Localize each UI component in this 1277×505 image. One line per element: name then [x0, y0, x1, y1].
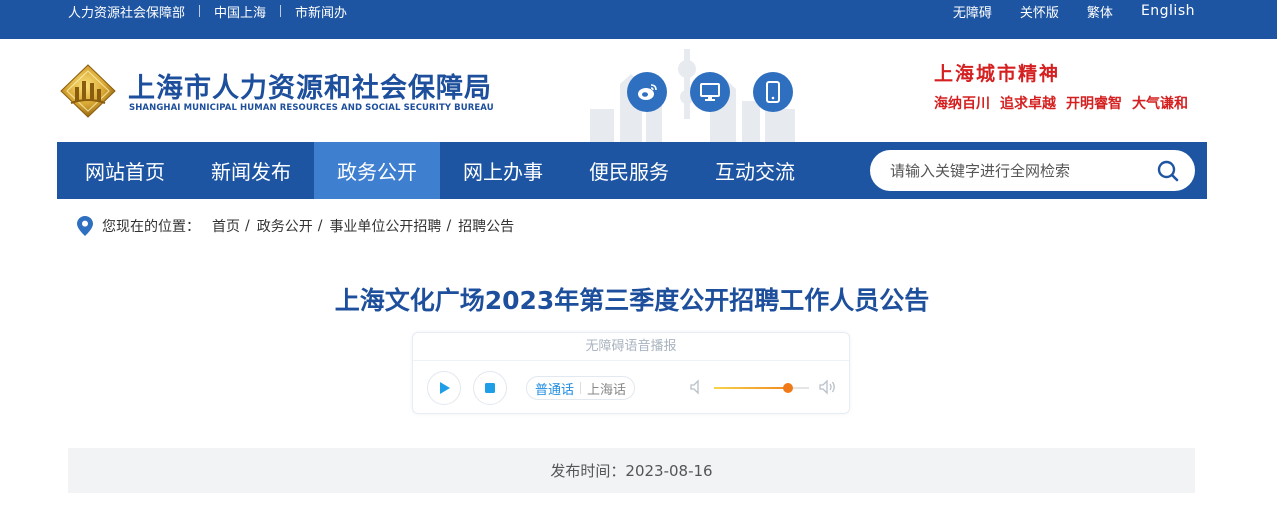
- breadcrumb-gov-affairs[interactable]: 政务公开: [257, 216, 313, 236]
- link-mohrss[interactable]: 人力资源社会保障部: [68, 2, 185, 21]
- accessibility-audio-player: 无障碍语音播报 普通话 上海话: [412, 332, 850, 414]
- play-button[interactable]: [427, 371, 461, 405]
- nav-item-interaction[interactable]: 互动交流: [692, 142, 818, 199]
- traditional-chinese-link[interactable]: 繁体: [1087, 2, 1113, 21]
- bureau-emblem-icon[interactable]: [58, 63, 118, 119]
- divider: [280, 5, 282, 17]
- breadcrumb-separator: /: [317, 218, 323, 234]
- volume-slider[interactable]: [714, 383, 809, 393]
- desktop-button[interactable]: [690, 72, 730, 112]
- stop-icon: [485, 383, 495, 393]
- breadcrumb-separator: /: [446, 218, 452, 234]
- volume-fill: [714, 387, 789, 389]
- publish-date-bar: 发布时间：2023-08-16: [68, 448, 1195, 493]
- breadcrumb-separator: /: [245, 218, 250, 234]
- nav-item-home[interactable]: 网站首页: [62, 142, 188, 199]
- site-header: 上海市人力资源和社会保障局 SHANGHAI MUNICIPAL HUMAN R…: [0, 39, 1277, 142]
- weibo-button[interactable]: [627, 72, 667, 112]
- article-title: 上海文化广场2023年第三季度公开招聘工作人员公告: [334, 286, 930, 315]
- volume-high-icon[interactable]: [819, 379, 837, 395]
- volume-low-icon[interactable]: [689, 379, 705, 395]
- publish-date: 发布时间：2023-08-16: [550, 462, 713, 480]
- language-mandarin[interactable]: 普通话: [535, 379, 574, 398]
- nav-item-news[interactable]: 新闻发布: [188, 142, 314, 199]
- link-china-shanghai[interactable]: 中国上海: [214, 2, 266, 21]
- elder-care-link[interactable]: 关怀版: [1020, 2, 1059, 21]
- breadcrumb-label: 您现在的位置：: [102, 219, 200, 235]
- search-icon[interactable]: [1157, 160, 1179, 182]
- spirit-item: 大气谦和: [1132, 96, 1188, 112]
- top-right-links: 无障碍 关怀版 繁体 English: [925, 0, 1195, 22]
- city-spirit-title: 上海城市精神: [934, 63, 1061, 85]
- site-title[interactable]: 上海市人力资源和社会保障局: [128, 66, 492, 105]
- link-news-office[interactable]: 市新闻办: [295, 2, 347, 21]
- desktop-icon: [700, 83, 720, 101]
- nav-item-gov-affairs[interactable]: 政务公开: [314, 142, 440, 199]
- language-switch: 普通话 上海话: [526, 376, 636, 400]
- breadcrumb-home[interactable]: 首页: [212, 216, 240, 236]
- spirit-item: 追求卓越: [1000, 96, 1056, 112]
- player-title: 无障碍语音播报: [413, 333, 849, 361]
- spirit-item: 海纳百川: [934, 96, 990, 112]
- language-shanghainese[interactable]: 上海话: [587, 379, 626, 398]
- nav-item-public-services[interactable]: 便民服务: [566, 142, 692, 199]
- main-nav: 网站首页 新闻发布 政务公开 网上办事 便民服务 互动交流: [57, 142, 1207, 199]
- breadcrumb-recruitment[interactable]: 事业单位公开招聘: [329, 216, 441, 236]
- play-icon: [440, 382, 450, 394]
- location-pin-icon: [77, 216, 93, 236]
- site-subtitle: SHANGHAI MUNICIPAL HUMAN RESOURCES AND S…: [129, 103, 494, 113]
- breadcrumb-announcement[interactable]: 招聘公告: [458, 216, 514, 236]
- accessibility-link[interactable]: 无障碍: [953, 2, 992, 21]
- stop-button[interactable]: [473, 371, 507, 405]
- english-link[interactable]: English: [1141, 3, 1195, 19]
- volume-handle[interactable]: [783, 383, 794, 393]
- top-bar: 人力资源社会保障部 中国上海 市新闻办 无障碍 关怀版 繁体 English: [0, 0, 1277, 39]
- nav-item-online-services[interactable]: 网上办事: [440, 142, 566, 199]
- top-left-links: 人力资源社会保障部 中国上海 市新闻办: [68, 0, 347, 22]
- city-spirit-items: 海纳百川 追求卓越 开明睿智 大气谦和: [934, 93, 1188, 113]
- breadcrumb: 您现在的位置： 首页 / 政务公开 / 事业单位公开招聘 / 招聘公告: [77, 214, 514, 238]
- search-input[interactable]: [890, 150, 1140, 191]
- mobile-icon: [766, 81, 780, 103]
- weibo-icon: [638, 84, 657, 100]
- spirit-item: 开明睿智: [1066, 96, 1122, 112]
- search-box: [870, 150, 1195, 191]
- mobile-button[interactable]: [753, 72, 793, 112]
- divider: [580, 382, 582, 394]
- divider: [199, 5, 201, 17]
